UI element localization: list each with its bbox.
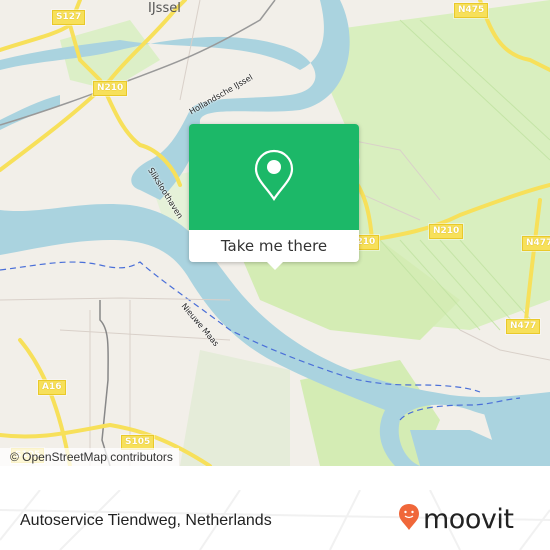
- road-label-n210: N210: [427, 223, 465, 240]
- popup-header[interactable]: [189, 124, 359, 230]
- popup-pointer: [266, 261, 284, 270]
- road-label-s127: S127: [50, 9, 87, 26]
- road-label-n475: N475: [452, 2, 490, 19]
- road-label-n477: N477: [520, 235, 550, 252]
- place-name: Autoservice Tiendweg, Netherlands: [20, 512, 272, 529]
- place-label-ijssel: IJssel: [148, 1, 181, 16]
- take-me-there-button[interactable]: Take me there: [189, 230, 359, 262]
- footer-bar: Autoservice Tiendweg, Netherlands moovit: [0, 490, 550, 550]
- moovit-logo-text: moovit: [423, 503, 514, 535]
- location-pin-icon: [254, 149, 294, 205]
- road-label-n477: N477: [504, 318, 542, 335]
- map-attribution[interactable]: © OpenStreetMap contributors: [0, 448, 179, 466]
- road-label-n210: N210: [91, 80, 129, 97]
- moovit-logo[interactable]: moovit: [398, 502, 514, 536]
- road-label-a16: A16: [37, 379, 67, 396]
- take-me-there-popup[interactable]: Take me there: [189, 124, 359, 270]
- moovit-pin-face-icon: [398, 503, 420, 535]
